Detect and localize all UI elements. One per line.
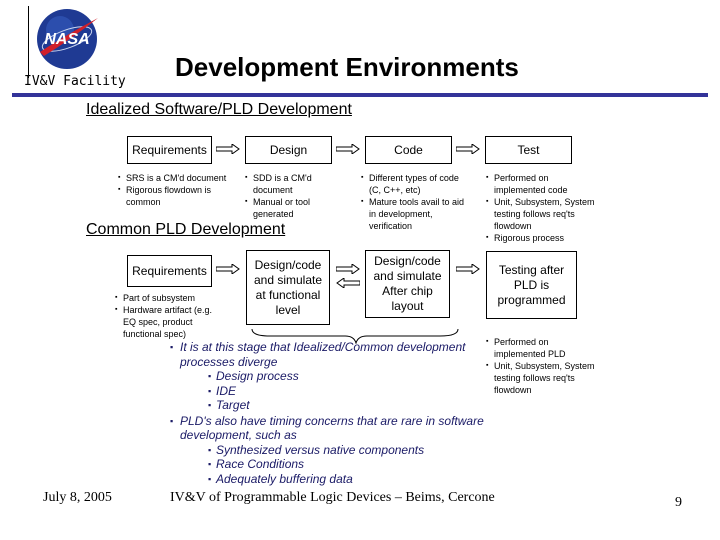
idealized-requirements-notes: SRS is a CM'd document Rigorous flowdown… [118,172,228,208]
discussion-point: It is at this stage that Idealized/Commo… [170,340,510,369]
box-label: Requirements [132,142,207,157]
note-item: Rigorous process [486,232,602,244]
note-item: Performed on implemented code [486,172,602,196]
box-label: Design/code and simulate at functional l… [253,257,323,317]
common-testing-box: Testing after PLD is programmed [486,251,577,319]
footer-date: July 8, 2005 [43,490,112,505]
right-arrow-icon [216,144,240,154]
nasa-logo: NASA [37,9,98,69]
footer-title: IV&V of Programmable Logic Devices – Bei… [170,490,495,505]
idealized-test-notes: Performed on implemented code Unit, Subs… [486,172,602,244]
note-item: SRS is a CM'd document [118,172,228,184]
logo-text: NASA [44,31,89,48]
note-item: Part of subsystem [115,292,225,304]
idealized-code-box: Code [365,136,452,164]
discussion-subpoint: Race Conditions [170,457,510,472]
common-design-chip-layout-box: Design/code and simulate After chip layo… [365,250,450,318]
note-item: Manual or tool generated [245,196,335,220]
common-heading: Common PLD Development [86,221,286,238]
box-label: Code [394,142,423,157]
discussion-subpoint: Target [170,398,510,413]
facility-label: IV&V Facility [24,74,126,89]
discussion-block: It is at this stage that Idealized/Commo… [170,340,510,486]
idealized-design-notes: SDD is a CM'd document Manual or tool ge… [245,172,335,220]
header-divider-line [28,6,29,78]
note-item: Different types of code (C, C++, etc) [361,172,467,196]
title-rule [12,93,708,97]
idealized-test-box: Test [485,136,572,164]
right-arrow-icon [456,144,480,154]
box-label: Design/code and simulate After chip layo… [373,254,442,313]
box-label: Testing after PLD is programmed [497,262,566,307]
note-item: Rigorous flowdown is common [118,184,228,208]
idealized-requirements-box: Requirements [127,136,212,164]
note-item: Unit, Subsystem, System testing follows … [486,196,602,232]
discussion-subpoint: IDE [170,384,510,399]
note-item: Hardware artifact (e.g. EQ spec, product… [115,304,225,340]
discussion-subpoint: Design process [170,369,510,384]
right-arrow-icon [216,264,240,274]
idealized-design-box: Design [245,136,332,164]
note-item: SDD is a CM'd document [245,172,335,196]
idealized-code-notes: Different types of code (C, C++, etc) Ma… [361,172,467,232]
right-arrow-icon [336,144,360,154]
discussion-subpoint: Adequately buffering data [170,472,510,487]
common-requirements-box: Requirements [127,255,212,287]
common-design-functional-box: Design/code and simulate at functional l… [246,250,330,325]
right-arrow-icon [456,264,480,274]
discussion-subpoint: Synthesized versus native components [170,443,510,458]
left-arrow-icon [336,278,360,288]
discussion-point: PLD's also have timing concerns that are… [170,414,510,443]
idealized-heading: Idealized Software/PLD Development [86,101,352,118]
box-label: Design [269,142,308,157]
common-requirements-notes: Part of subsystem Hardware artifact (e.g… [115,292,225,340]
box-label: Requirements [132,263,207,278]
right-arrow-icon [336,264,360,274]
box-label: Test [517,142,540,157]
slide-title: Development Environments [175,52,519,82]
note-item: Mature tools avail to aid in development… [361,196,467,232]
page-number: 9 [675,495,682,510]
